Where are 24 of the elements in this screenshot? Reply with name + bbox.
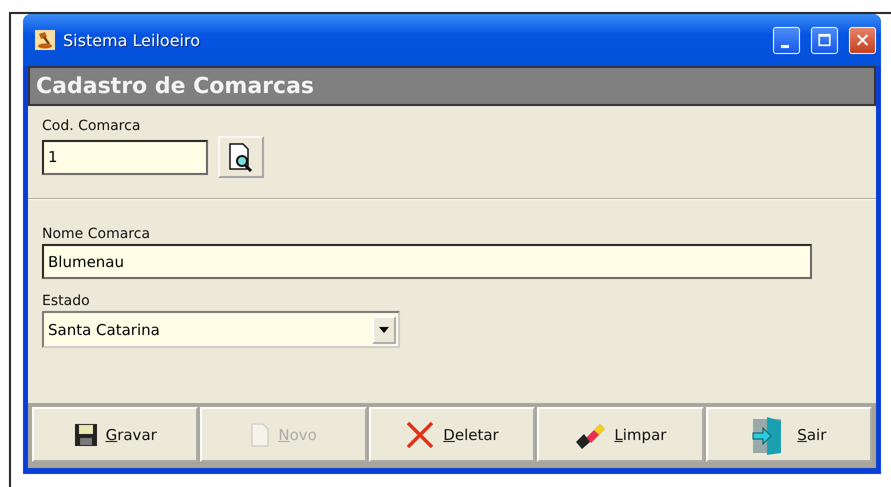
exit-button[interactable]: Sair — [706, 407, 872, 462]
field-label: Nome Comarca — [42, 226, 152, 242]
form-title: Cadastro de Comarcas — [36, 74, 314, 98]
code-input[interactable]: 1 — [42, 140, 208, 174]
x-mark-icon — [405, 420, 436, 450]
gavel-icon — [35, 30, 55, 50]
dropdown-arrow-icon — [379, 326, 389, 332]
window-title: Sistema Leiloeiro — [63, 30, 201, 50]
document-search-icon — [227, 142, 255, 172]
name-input[interactable]: Blumenau — [42, 244, 812, 279]
close-button[interactable] — [849, 26, 876, 54]
search-button[interactable] — [218, 136, 264, 178]
delete-button[interactable]: Deletar — [368, 407, 536, 462]
page-icon — [250, 422, 270, 446]
minimize-button[interactable] — [773, 26, 800, 54]
clear-button[interactable]: Limpar — [537, 407, 704, 462]
field-label: Estado — [42, 293, 91, 309]
minimize-icon — [780, 44, 788, 48]
maximize-icon — [818, 32, 831, 48]
close-icon — [856, 32, 869, 48]
maximize-button[interactable] — [811, 26, 838, 54]
save-button[interactable]: Gravar — [32, 407, 198, 462]
state-dropdown[interactable]: Santa Catarina — [42, 311, 400, 348]
field-label: Cod. Comarca — [42, 118, 142, 134]
